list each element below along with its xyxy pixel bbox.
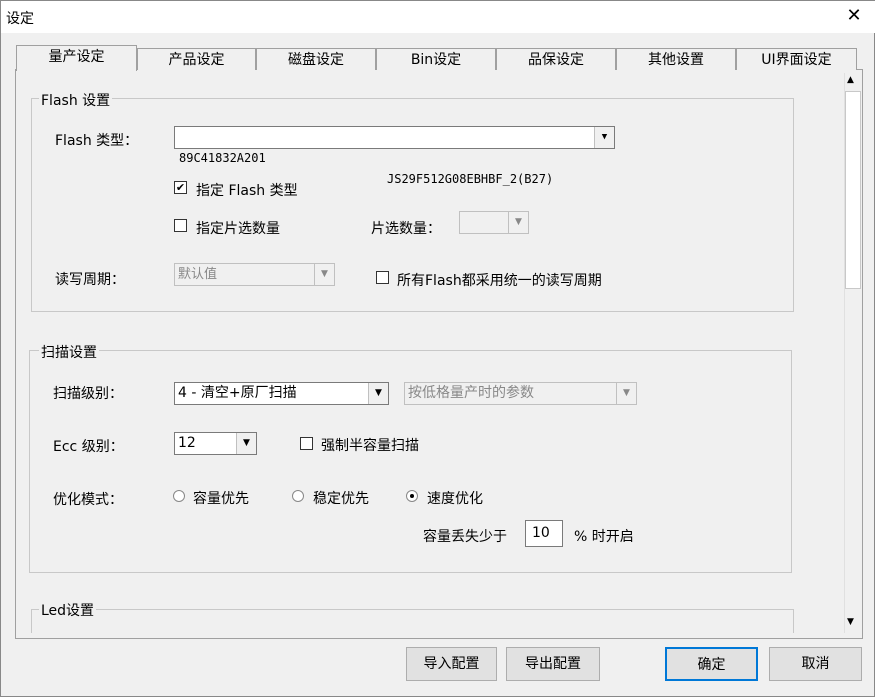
- scan-level-value: 4 - 清空+原厂扫描: [178, 385, 297, 401]
- tab-disk[interactable]: 磁盘设定: [256, 48, 376, 70]
- opt-stable-label: 稳定优先: [313, 491, 369, 507]
- chevron-down-icon: ▼: [314, 264, 334, 285]
- rw-cycle-label: 读写周期：: [55, 272, 125, 288]
- close-icon[interactable]: ✕: [844, 5, 864, 27]
- half-scan-checkbox[interactable]: [300, 437, 313, 450]
- opt-mode-label: 优化模式：: [53, 492, 123, 508]
- scan-level-label: 扫描级别：: [53, 386, 123, 402]
- tab-ui[interactable]: UI界面设定: [736, 48, 857, 70]
- flash-type-select[interactable]: 89C41832A201 JS29F512G08EBHBF_2(B27) ▼: [174, 126, 615, 186]
- cancel-button[interactable]: 取消: [769, 647, 862, 681]
- opt-speed-label: 速度优化: [427, 491, 483, 507]
- tab-mass-production[interactable]: 量产设定: [16, 45, 137, 71]
- led-group: [31, 609, 794, 633]
- cs-count-label: 片选数量：: [371, 221, 441, 237]
- clip-mask: [16, 633, 862, 638]
- flash-type-name: JS29F512G08EBHBF_2(B27): [387, 172, 554, 186]
- opt-capacity-radio[interactable]: [173, 490, 185, 502]
- scan-param-select[interactable]: 按低格量产时的参数 ▼: [404, 382, 637, 405]
- ecc-level-select[interactable]: 12 ▼: [174, 432, 257, 455]
- export-config-button[interactable]: 导出配置: [506, 647, 600, 681]
- scan-param-value: 按低格量产时的参数: [408, 385, 534, 401]
- tab-product[interactable]: 产品设定: [137, 48, 256, 70]
- vertical-scrollbar[interactable]: ▲ ▼: [844, 73, 861, 633]
- half-scan-label: 强制半容量扫描: [321, 438, 419, 454]
- flash-group-label: Flash 设置: [39, 90, 113, 110]
- scan-group-label: 扫描设置: [39, 342, 99, 362]
- led-group-label: Led设置: [39, 600, 97, 620]
- loss-prefix-label: 容量丢失少于: [423, 529, 507, 545]
- specify-cs-checkbox[interactable]: [174, 219, 187, 232]
- chevron-down-icon: ▼: [616, 383, 636, 404]
- scroll-up-icon[interactable]: ▲: [847, 75, 854, 85]
- window-title: 设定: [6, 11, 34, 27]
- loss-suffix-label: % 时开启: [574, 529, 634, 545]
- rw-cycle-select[interactable]: 默认值 ▼: [174, 263, 335, 286]
- scan-level-select[interactable]: 4 - 清空+原厂扫描 ▼: [174, 382, 389, 405]
- tab-quality[interactable]: 品保设定: [496, 48, 616, 70]
- opt-capacity-label: 容量优先: [193, 491, 249, 507]
- ecc-level-value: 12: [178, 435, 196, 451]
- opt-speed-radio[interactable]: [406, 490, 418, 502]
- unify-rw-label: 所有Flash都采用统一的读写周期: [397, 273, 602, 289]
- tab-bin[interactable]: Bin设定: [376, 48, 496, 70]
- chevron-down-icon[interactable]: ▼: [236, 433, 256, 454]
- rw-cycle-value: 默认值: [178, 267, 218, 282]
- unify-rw-checkbox[interactable]: [376, 271, 389, 284]
- title-bar: [1, 1, 875, 33]
- opt-stable-radio[interactable]: [292, 490, 304, 502]
- scroll-down-icon[interactable]: ▼: [847, 617, 854, 627]
- ok-button[interactable]: 确定: [665, 647, 758, 681]
- specify-type-checkbox[interactable]: ✔: [174, 181, 187, 194]
- tab-other[interactable]: 其他设置: [616, 48, 736, 70]
- flash-type-label: Flash 类型：: [55, 133, 139, 149]
- loss-threshold-input[interactable]: 10: [525, 520, 563, 547]
- flash-type-id: 89C41832A201: [179, 151, 266, 165]
- import-config-button[interactable]: 导入配置: [406, 647, 497, 681]
- chevron-down-icon[interactable]: ▼: [594, 127, 614, 148]
- specify-type-label: 指定 Flash 类型: [196, 183, 298, 199]
- cs-count-select[interactable]: ▼: [459, 211, 529, 234]
- ecc-level-label: Ecc 级别：: [53, 439, 124, 455]
- chevron-down-icon[interactable]: ▼: [368, 383, 388, 404]
- chevron-down-icon: ▼: [508, 212, 528, 233]
- scrollbar-thumb[interactable]: [845, 91, 861, 289]
- specify-cs-label: 指定片选数量: [196, 221, 280, 237]
